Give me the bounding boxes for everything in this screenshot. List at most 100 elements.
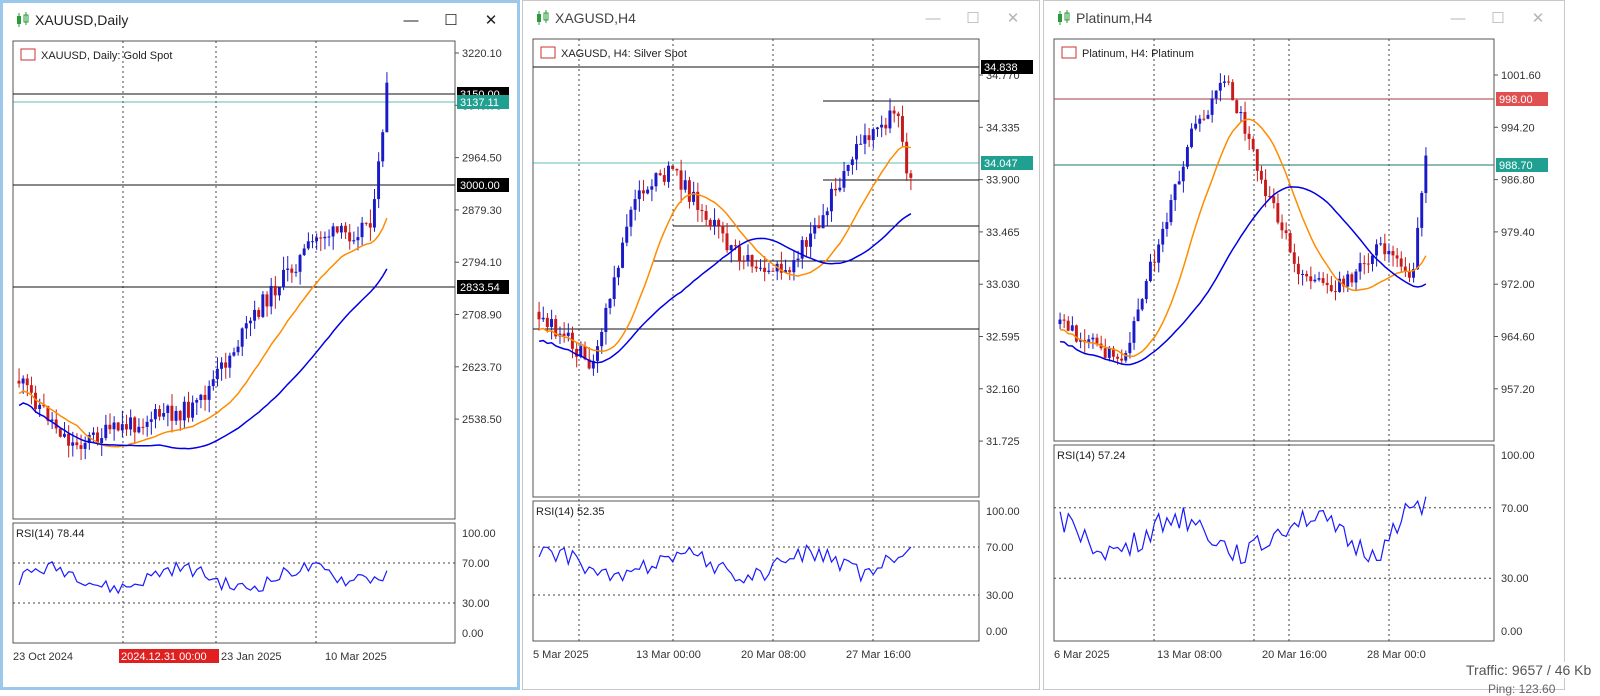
candle-body (215, 368, 219, 380)
chart-area[interactable]: 3220.103049.702964.502879.302794.102708.… (3, 37, 517, 687)
window-titlebar[interactable]: XAUUSD,Daily — ☐ ✕ (3, 3, 517, 37)
window-titlebar[interactable]: Platinum,H4 — ☐ ✕ (1044, 1, 1564, 35)
candle-body (863, 135, 867, 144)
candle-body (738, 246, 742, 261)
candle-body (224, 362, 228, 368)
candlestick-icon (537, 10, 549, 25)
minimize-icon[interactable]: — (1438, 3, 1478, 33)
candle-body (1136, 309, 1140, 322)
candle-body (746, 254, 750, 262)
window-title: XAUUSD,Daily (35, 12, 129, 28)
candle-body (633, 199, 637, 210)
maximize-icon[interactable]: ☐ (1478, 3, 1518, 33)
candle-body (1416, 227, 1420, 270)
candle-body (302, 248, 306, 256)
candle-body (612, 277, 616, 299)
time-axis-label: 5 Mar 2025 (533, 649, 589, 661)
candle-body (116, 422, 120, 431)
candle-body (855, 144, 858, 160)
candle-body (174, 410, 178, 421)
candle-body (1185, 147, 1189, 167)
chart-window-xagusd[interactable]: XAGUSD,H4 — ☐ ✕ 34.770 34.335 33.900 33.465… (522, 0, 1040, 690)
candle-body (306, 241, 310, 249)
candle-body (377, 161, 381, 200)
window-titlebar[interactable]: XAGUSD,H4 — ☐ ✕ (523, 1, 1039, 35)
candle-body (792, 260, 796, 273)
rsi-axis-label: 30.00 (462, 598, 490, 610)
candle-body (687, 180, 691, 202)
candle-body (813, 225, 817, 234)
candle-body (767, 270, 771, 272)
candle-body (298, 255, 302, 272)
candle-body (1181, 166, 1185, 182)
candle-body (381, 132, 385, 162)
candle-body (712, 219, 716, 227)
candle-body (1325, 282, 1329, 286)
close-icon[interactable]: ✕ (471, 5, 511, 35)
maximize-icon[interactable]: ☐ (431, 5, 471, 35)
candle-body (1095, 337, 1099, 344)
candle-body (771, 270, 775, 272)
price-axis-label: 31.725 (986, 436, 1020, 448)
candlestick-icon (17, 12, 29, 27)
candle-body (17, 380, 21, 384)
price-pane-frame (12, 40, 456, 520)
candle-body (1284, 230, 1288, 234)
price-axis-label: 2538.50 (462, 414, 502, 426)
chart-window-platinum[interactable]: Platinum,H4 — ☐ ✕ 1001.60 994.20 986.80 979… (1043, 0, 1565, 690)
candle-body (1247, 133, 1251, 139)
candle-body (1329, 285, 1333, 292)
candle-body (1239, 112, 1243, 114)
candle-body (717, 219, 721, 226)
rsi-line (18, 560, 388, 595)
candle-body (1235, 100, 1239, 114)
candle-body (1202, 118, 1206, 120)
close-icon[interactable]: ✕ (993, 3, 1033, 33)
close-icon[interactable]: ✕ (1518, 3, 1558, 33)
candle-body (108, 424, 112, 430)
price-tag: 34.838 (984, 62, 1018, 74)
rsi-axis-label: 70.00 (986, 542, 1014, 554)
rsi-label: RSI(14) 52.35 (536, 506, 604, 518)
candle-body (257, 309, 261, 317)
maximize-icon[interactable]: ☐ (953, 3, 993, 33)
price-tag: 3000.00 (460, 180, 500, 192)
candle-body (67, 433, 71, 446)
candle-body (1074, 325, 1078, 342)
candle-body (149, 419, 153, 422)
candle-body (758, 267, 762, 269)
chart-area[interactable]: 1001.60 994.20 986.80 979.40 972.00 964.60 957… (1044, 35, 1564, 685)
candle-body (364, 222, 368, 224)
minimize-icon[interactable]: — (391, 5, 431, 35)
ma-slow-line (538, 213, 912, 364)
candle-body (1169, 200, 1173, 223)
candle-body (608, 298, 612, 308)
rsi-axis-label: 0.00 (1501, 626, 1522, 638)
candle-body (834, 188, 838, 191)
candle-body (829, 188, 833, 212)
chart-area[interactable]: 34.77034.33533.90033.46533.03032.59532.1… (523, 35, 1039, 685)
candle-body (825, 211, 829, 216)
time-axis-label: 23 Jan 2025 (221, 651, 282, 663)
candle-body (900, 116, 904, 142)
candle-body (236, 346, 240, 353)
candle-body (1420, 193, 1424, 228)
chart-window-xauusd[interactable]: XAUUSD,Daily — ☐ ✕ 3220.103049.702964.50… (0, 0, 520, 690)
candle-body (729, 245, 733, 251)
candle-body (100, 438, 104, 444)
rsi-axis-label: 100.00 (462, 528, 496, 540)
candle-body (1379, 243, 1383, 245)
candle-body (1107, 348, 1111, 358)
candle-body (1153, 261, 1156, 263)
candle-body (191, 402, 195, 418)
price-tag: 998.00 (1499, 94, 1533, 106)
rsi-axis-label: 100.00 (986, 506, 1020, 518)
candle-body (871, 129, 875, 140)
minimize-icon[interactable]: — (913, 3, 953, 33)
candlestick-icon (1058, 10, 1070, 25)
candle-body (75, 442, 79, 446)
candle-body (203, 394, 207, 400)
chart-symbol-icon (20, 48, 36, 61)
candle-body (1140, 299, 1144, 310)
candle-body (1194, 123, 1198, 129)
